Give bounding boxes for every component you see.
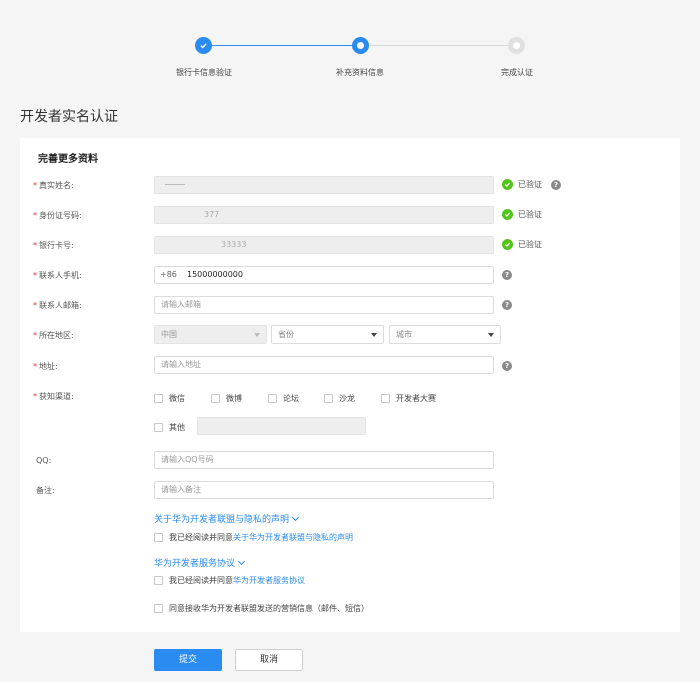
chevron-down-icon bbox=[488, 333, 494, 337]
real-name-verified-badge: 已验证 bbox=[502, 179, 542, 190]
channel-forum-checkbox[interactable]: 论坛 bbox=[268, 393, 299, 404]
step-connector-pending bbox=[370, 45, 508, 46]
address-field[interactable]: 请输入地址 bbox=[154, 356, 494, 374]
service-agree-checkbox[interactable]: 我已经阅读并同意 华为开发者服务协议 bbox=[154, 575, 305, 586]
channel-other-checkbox[interactable]: 其他 bbox=[154, 422, 185, 433]
channel-contest-checkbox[interactable]: 开发者大赛 bbox=[381, 393, 436, 404]
step-1-label: 银行卡信息验证 bbox=[176, 68, 232, 77]
email-label: * 联系人邮箱: bbox=[33, 301, 82, 310]
id-number-verified-badge: 已验证 bbox=[502, 209, 542, 220]
submit-button[interactable]: 提交 bbox=[154, 649, 222, 671]
chevron-down-icon bbox=[371, 333, 377, 337]
section-title: 完善更多资料 bbox=[38, 154, 98, 165]
step-1-check-icon bbox=[195, 37, 212, 54]
real-name-field[interactable] bbox=[154, 176, 494, 194]
privacy-statement-toggle[interactable]: 关于华为开发者联盟与隐私的声明 bbox=[154, 512, 300, 525]
qq-label: QQ: bbox=[36, 456, 52, 465]
remark-field[interactable]: 请输入备注 bbox=[154, 481, 494, 499]
email-help-icon[interactable]: ? bbox=[502, 300, 512, 310]
country-select[interactable]: 中国 bbox=[154, 325, 267, 344]
service-agreement-link[interactable]: 华为开发者服务协议 bbox=[233, 575, 305, 586]
privacy-statement-link[interactable]: 关于华为开发者联盟与隐私的声明 bbox=[233, 532, 353, 543]
page-title: 开发者实名认证 bbox=[20, 109, 118, 125]
phone-country-code: +86 bbox=[160, 270, 177, 279]
phone-help-icon[interactable]: ? bbox=[502, 270, 512, 280]
channel-label: * 获知渠道: bbox=[33, 392, 74, 401]
chevron-down-icon bbox=[291, 513, 300, 521]
cancel-button[interactable]: 取消 bbox=[235, 649, 303, 671]
privacy-agree-checkbox[interactable]: 我已经阅读并同意 关于华为开发者联盟与隐私的声明 bbox=[154, 532, 353, 543]
phone-field[interactable]: 15000000000 bbox=[154, 266, 494, 284]
check-icon bbox=[502, 179, 513, 190]
real-name-label: * 真实姓名: bbox=[33, 181, 74, 190]
step-2-label: 补充资料信息 bbox=[336, 68, 384, 77]
step-connector-done bbox=[212, 45, 352, 46]
check-icon bbox=[502, 209, 513, 220]
service-agreement-toggle[interactable]: 华为开发者服务协议 bbox=[154, 556, 246, 569]
marketing-consent-checkbox[interactable]: 同意接收华为开发者联盟发送的营销信息（邮件、短信） bbox=[154, 603, 369, 614]
city-select[interactable]: 城市 bbox=[389, 325, 501, 344]
step-2-active-icon bbox=[352, 37, 369, 54]
chevron-down-icon bbox=[237, 557, 246, 565]
step-3-pending-icon bbox=[508, 37, 525, 54]
province-select[interactable]: 省份 bbox=[271, 325, 384, 344]
bank-card-verified-badge: 已验证 bbox=[502, 239, 542, 250]
real-name-help-icon[interactable]: ? bbox=[551, 180, 561, 190]
qq-field[interactable]: 请输入QQ号码 bbox=[154, 451, 494, 469]
phone-label: * 联系人手机: bbox=[33, 271, 82, 280]
step-3-label: 完成认证 bbox=[501, 68, 533, 77]
remark-label: 备注: bbox=[36, 486, 55, 495]
check-icon bbox=[502, 239, 513, 250]
channel-weibo-checkbox[interactable]: 微博 bbox=[211, 393, 242, 404]
address-label: * 地址: bbox=[33, 362, 58, 371]
channel-other-field[interactable] bbox=[197, 417, 366, 435]
progress-stepper: 银行卡信息验证 补充资料信息 完成认证 bbox=[0, 0, 700, 90]
region-label: * 所在地区: bbox=[33, 331, 74, 340]
bank-card-label: * 银行卡号: bbox=[33, 241, 74, 250]
bank-card-field[interactable]: 33333 bbox=[154, 236, 494, 254]
email-field[interactable]: 请输入邮箱 bbox=[154, 296, 494, 314]
id-number-field[interactable]: 377 bbox=[154, 206, 494, 224]
id-number-label: * 身份证号码: bbox=[33, 211, 82, 220]
channel-wechat-checkbox[interactable]: 微信 bbox=[154, 393, 185, 404]
channel-salon-checkbox[interactable]: 沙龙 bbox=[324, 393, 355, 404]
address-help-icon[interactable]: ? bbox=[502, 361, 512, 371]
chevron-down-icon bbox=[254, 333, 260, 337]
